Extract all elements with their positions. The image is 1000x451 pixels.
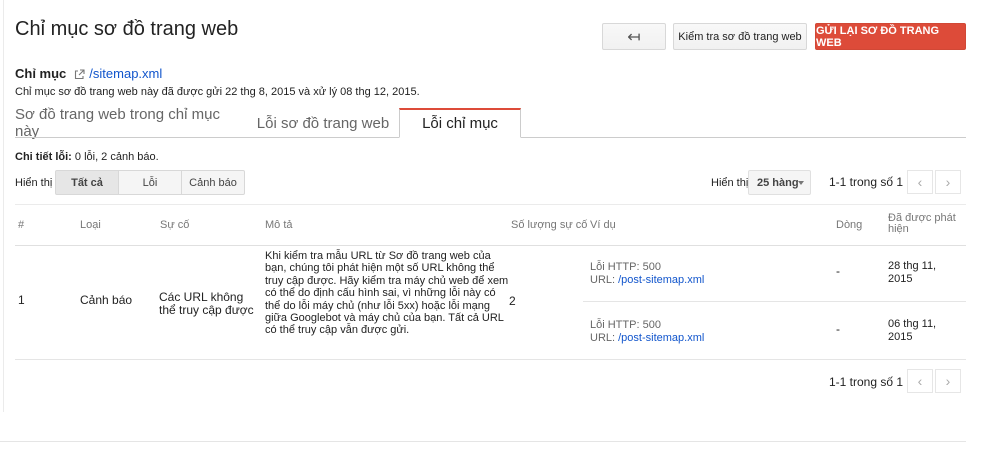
filter-warnings-button[interactable]: Cảnh báo xyxy=(181,170,245,195)
column-header-issue: Sự cố xyxy=(160,219,190,231)
http-error-code: 500 xyxy=(642,261,661,273)
index-row: Chỉ mục /sitemap.xml xyxy=(15,66,162,81)
http-error-label: Lỗi HTTP: xyxy=(590,319,640,331)
prev-page-button-bottom[interactable]: ‹ xyxy=(907,369,933,393)
tab-index-errors[interactable]: Lỗi chỉ mục xyxy=(399,108,521,138)
next-page-button-top[interactable]: › xyxy=(935,170,961,194)
test-sitemap-button[interactable]: Kiểm tra sơ đồ trang web xyxy=(673,23,807,50)
page-title: Chỉ mục sơ đồ trang web xyxy=(15,18,239,40)
url-label: URL: xyxy=(590,332,616,344)
error-details-label: Chi tiết lỗi: xyxy=(15,151,72,163)
sitemap-index-link[interactable]: /sitemap.xml xyxy=(89,66,162,81)
column-header-number: # xyxy=(18,219,25,231)
example-line: - xyxy=(836,322,840,336)
chevron-right-icon: › xyxy=(945,174,951,190)
filter-all-button[interactable]: Tất cả xyxy=(55,170,119,195)
row-number: 1 xyxy=(18,293,25,307)
column-header-description: Mô tả xyxy=(265,219,293,231)
column-header-issue-count: Số lượng sự cố xyxy=(511,219,588,231)
example-http-error: Lỗi HTTP: 500 xyxy=(590,260,661,274)
error-details: Chi tiết lỗi: 0 lỗi, 2 cảnh báo. xyxy=(15,151,159,163)
rows-per-page-select[interactable]: 25 hàng xyxy=(748,170,811,195)
row-type: Cảnh báo xyxy=(80,293,133,307)
external-link-icon[interactable] xyxy=(74,68,85,80)
column-header-detected: Đã được phát hiện xyxy=(888,212,956,235)
chevron-left-icon: ‹ xyxy=(917,373,923,389)
resubmit-sitemap-button[interactable]: GỬI LẠI SƠ ĐỒ TRANG WEB xyxy=(815,23,966,50)
example-http-error: Lỗi HTTP: 500 xyxy=(590,318,661,332)
table-header-divider xyxy=(15,245,966,246)
next-page-button-bottom[interactable]: › xyxy=(935,369,961,393)
example-url: URL: /post-sitemap.xml xyxy=(590,273,704,287)
rows-per-page-value: 25 hàng xyxy=(757,176,799,189)
example-url: URL: /post-sitemap.xml xyxy=(590,331,704,345)
tab-sitemaps-in-index[interactable]: Sơ đồ trang web trong chỉ mục này xyxy=(15,106,247,140)
row-issue: Các URL không thể truy cập được xyxy=(159,290,254,317)
row-issue-count: 2 xyxy=(509,294,516,308)
index-label: Chỉ mục xyxy=(15,66,67,81)
filter-errors-button[interactable]: Lỗi xyxy=(118,170,182,195)
example-line: - xyxy=(836,264,840,278)
filter-label: Hiển thị xyxy=(15,177,53,189)
column-header-line: Dòng xyxy=(836,219,863,231)
index-description: Chỉ mục sơ đồ trang web này đã được gửi … xyxy=(15,86,420,98)
left-divider xyxy=(3,0,4,412)
example-url-link[interactable]: /post-sitemap.xml xyxy=(618,274,704,286)
http-error-label: Lỗi HTTP: xyxy=(590,261,640,273)
tab-sitemap-errors[interactable]: Lỗi sơ đồ trang web xyxy=(250,108,396,138)
chevron-down-icon xyxy=(798,181,804,185)
table-top-border xyxy=(15,204,966,205)
footer-divider xyxy=(0,441,966,442)
pager-summary-top: 1-1 trong số 1 xyxy=(829,175,904,189)
example-url-link[interactable]: /post-sitemap.xml xyxy=(618,332,704,344)
column-header-type: Loại xyxy=(80,219,101,231)
rows-per-page-label: Hiển thị xyxy=(711,177,749,189)
back-button[interactable]: ↤ xyxy=(602,23,666,50)
error-details-value: 0 lỗi, 2 cảnh báo. xyxy=(74,151,159,163)
pager-summary-bottom: 1-1 trong số 1 xyxy=(829,375,904,389)
back-arrow-icon: ↤ xyxy=(627,28,641,46)
row-description: Khi kiểm tra mẫu URL từ Sơ đồ trang web … xyxy=(265,250,509,337)
column-header-examples: Ví dụ xyxy=(590,219,616,231)
url-label: URL: xyxy=(590,274,616,286)
example-detected-date: 28 thg 11, 2015 xyxy=(888,260,937,285)
http-error-code: 500 xyxy=(642,319,661,331)
table-bottom-border xyxy=(15,359,966,360)
chevron-right-icon: › xyxy=(945,373,951,389)
example-divider xyxy=(583,301,966,302)
chevron-left-icon: ‹ xyxy=(917,174,923,190)
example-detected-date: 06 thg 11, 2015 xyxy=(888,318,937,343)
prev-page-button-top[interactable]: ‹ xyxy=(907,170,933,194)
